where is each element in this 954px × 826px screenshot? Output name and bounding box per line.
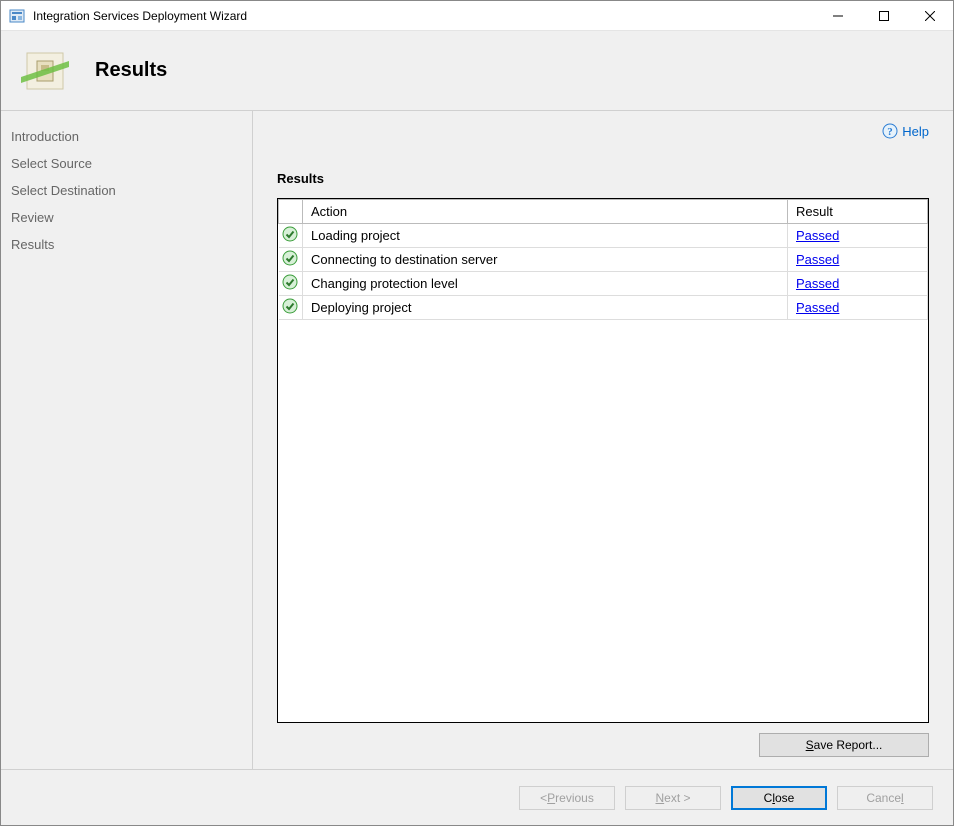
sidebar-item-select-source[interactable]: Select Source <box>1 150 252 177</box>
col-action: Action <box>303 200 788 224</box>
sidebar-item-introduction[interactable]: Introduction <box>1 123 252 150</box>
action-cell: Deploying project <box>303 296 788 320</box>
minimize-button[interactable] <box>815 1 861 31</box>
col-status <box>279 200 303 224</box>
action-cell: Changing protection level <box>303 272 788 296</box>
status-passed-icon <box>279 224 303 248</box>
result-link[interactable]: Passed <box>796 276 839 291</box>
maximize-button[interactable] <box>861 1 907 31</box>
status-passed-icon <box>279 296 303 320</box>
result-link[interactable]: Passed <box>796 252 839 267</box>
app-icon <box>9 8 25 24</box>
sidebar-item-label: Introduction <box>11 129 79 144</box>
table-row: Connecting to destination server Passed <box>279 248 928 272</box>
table-row: Loading project Passed <box>279 224 928 248</box>
next-button: Next > <box>625 786 721 810</box>
col-result: Result <box>788 200 928 224</box>
results-table: Action Result Loading projectPassedConne… <box>277 198 929 723</box>
sidebar-item-review[interactable]: Review <box>1 204 252 231</box>
section-title: Results <box>277 171 929 186</box>
sidebar-item-label: Review <box>11 210 54 225</box>
status-passed-icon <box>279 248 303 272</box>
help-link[interactable]: ? Help <box>882 123 929 139</box>
content-pane: ? Help Results Action Result Loading pro… <box>253 111 953 769</box>
previous-button: < Previous <box>519 786 615 810</box>
result-cell: Passed <box>788 248 928 272</box>
cancel-button: Cancel <box>837 786 933 810</box>
window-title: Integration Services Deployment Wizard <box>33 9 815 23</box>
close-window-button[interactable] <box>907 1 953 31</box>
svg-text:?: ? <box>888 126 894 138</box>
close-button[interactable]: Close <box>731 786 827 810</box>
sidebar-item-select-destination[interactable]: Select Destination <box>1 177 252 204</box>
action-cell: Loading project <box>303 224 788 248</box>
wizard-header: Results <box>1 31 953 111</box>
result-link[interactable]: Passed <box>796 300 839 315</box>
table-row: Changing protection level Passed <box>279 272 928 296</box>
help-label: Help <box>902 124 929 139</box>
result-cell: Passed <box>788 272 928 296</box>
result-link[interactable]: Passed <box>796 228 839 243</box>
sidebar-item-results[interactable]: Results <box>1 231 252 258</box>
result-cell: Passed <box>788 224 928 248</box>
sidebar-item-label: Results <box>11 237 54 252</box>
table-row: Deploying project Passed <box>279 296 928 320</box>
action-cell: Connecting to destination server <box>303 248 788 272</box>
page-title: Results <box>95 59 167 82</box>
help-icon: ? <box>882 123 898 139</box>
sidebar-item-label: Select Destination <box>11 183 116 198</box>
save-report-button[interactable]: Save Report... <box>759 733 929 757</box>
wizard-footer: < Previous Next > Close Cancel <box>1 769 953 825</box>
sidebar-item-label: Select Source <box>11 156 92 171</box>
status-passed-icon <box>279 272 303 296</box>
wizard-steps-sidebar: Introduction Select Source Select Destin… <box>1 111 253 769</box>
result-cell: Passed <box>788 296 928 320</box>
titlebar: Integration Services Deployment Wizard <box>1 1 953 31</box>
wizard-header-icon <box>21 47 69 95</box>
